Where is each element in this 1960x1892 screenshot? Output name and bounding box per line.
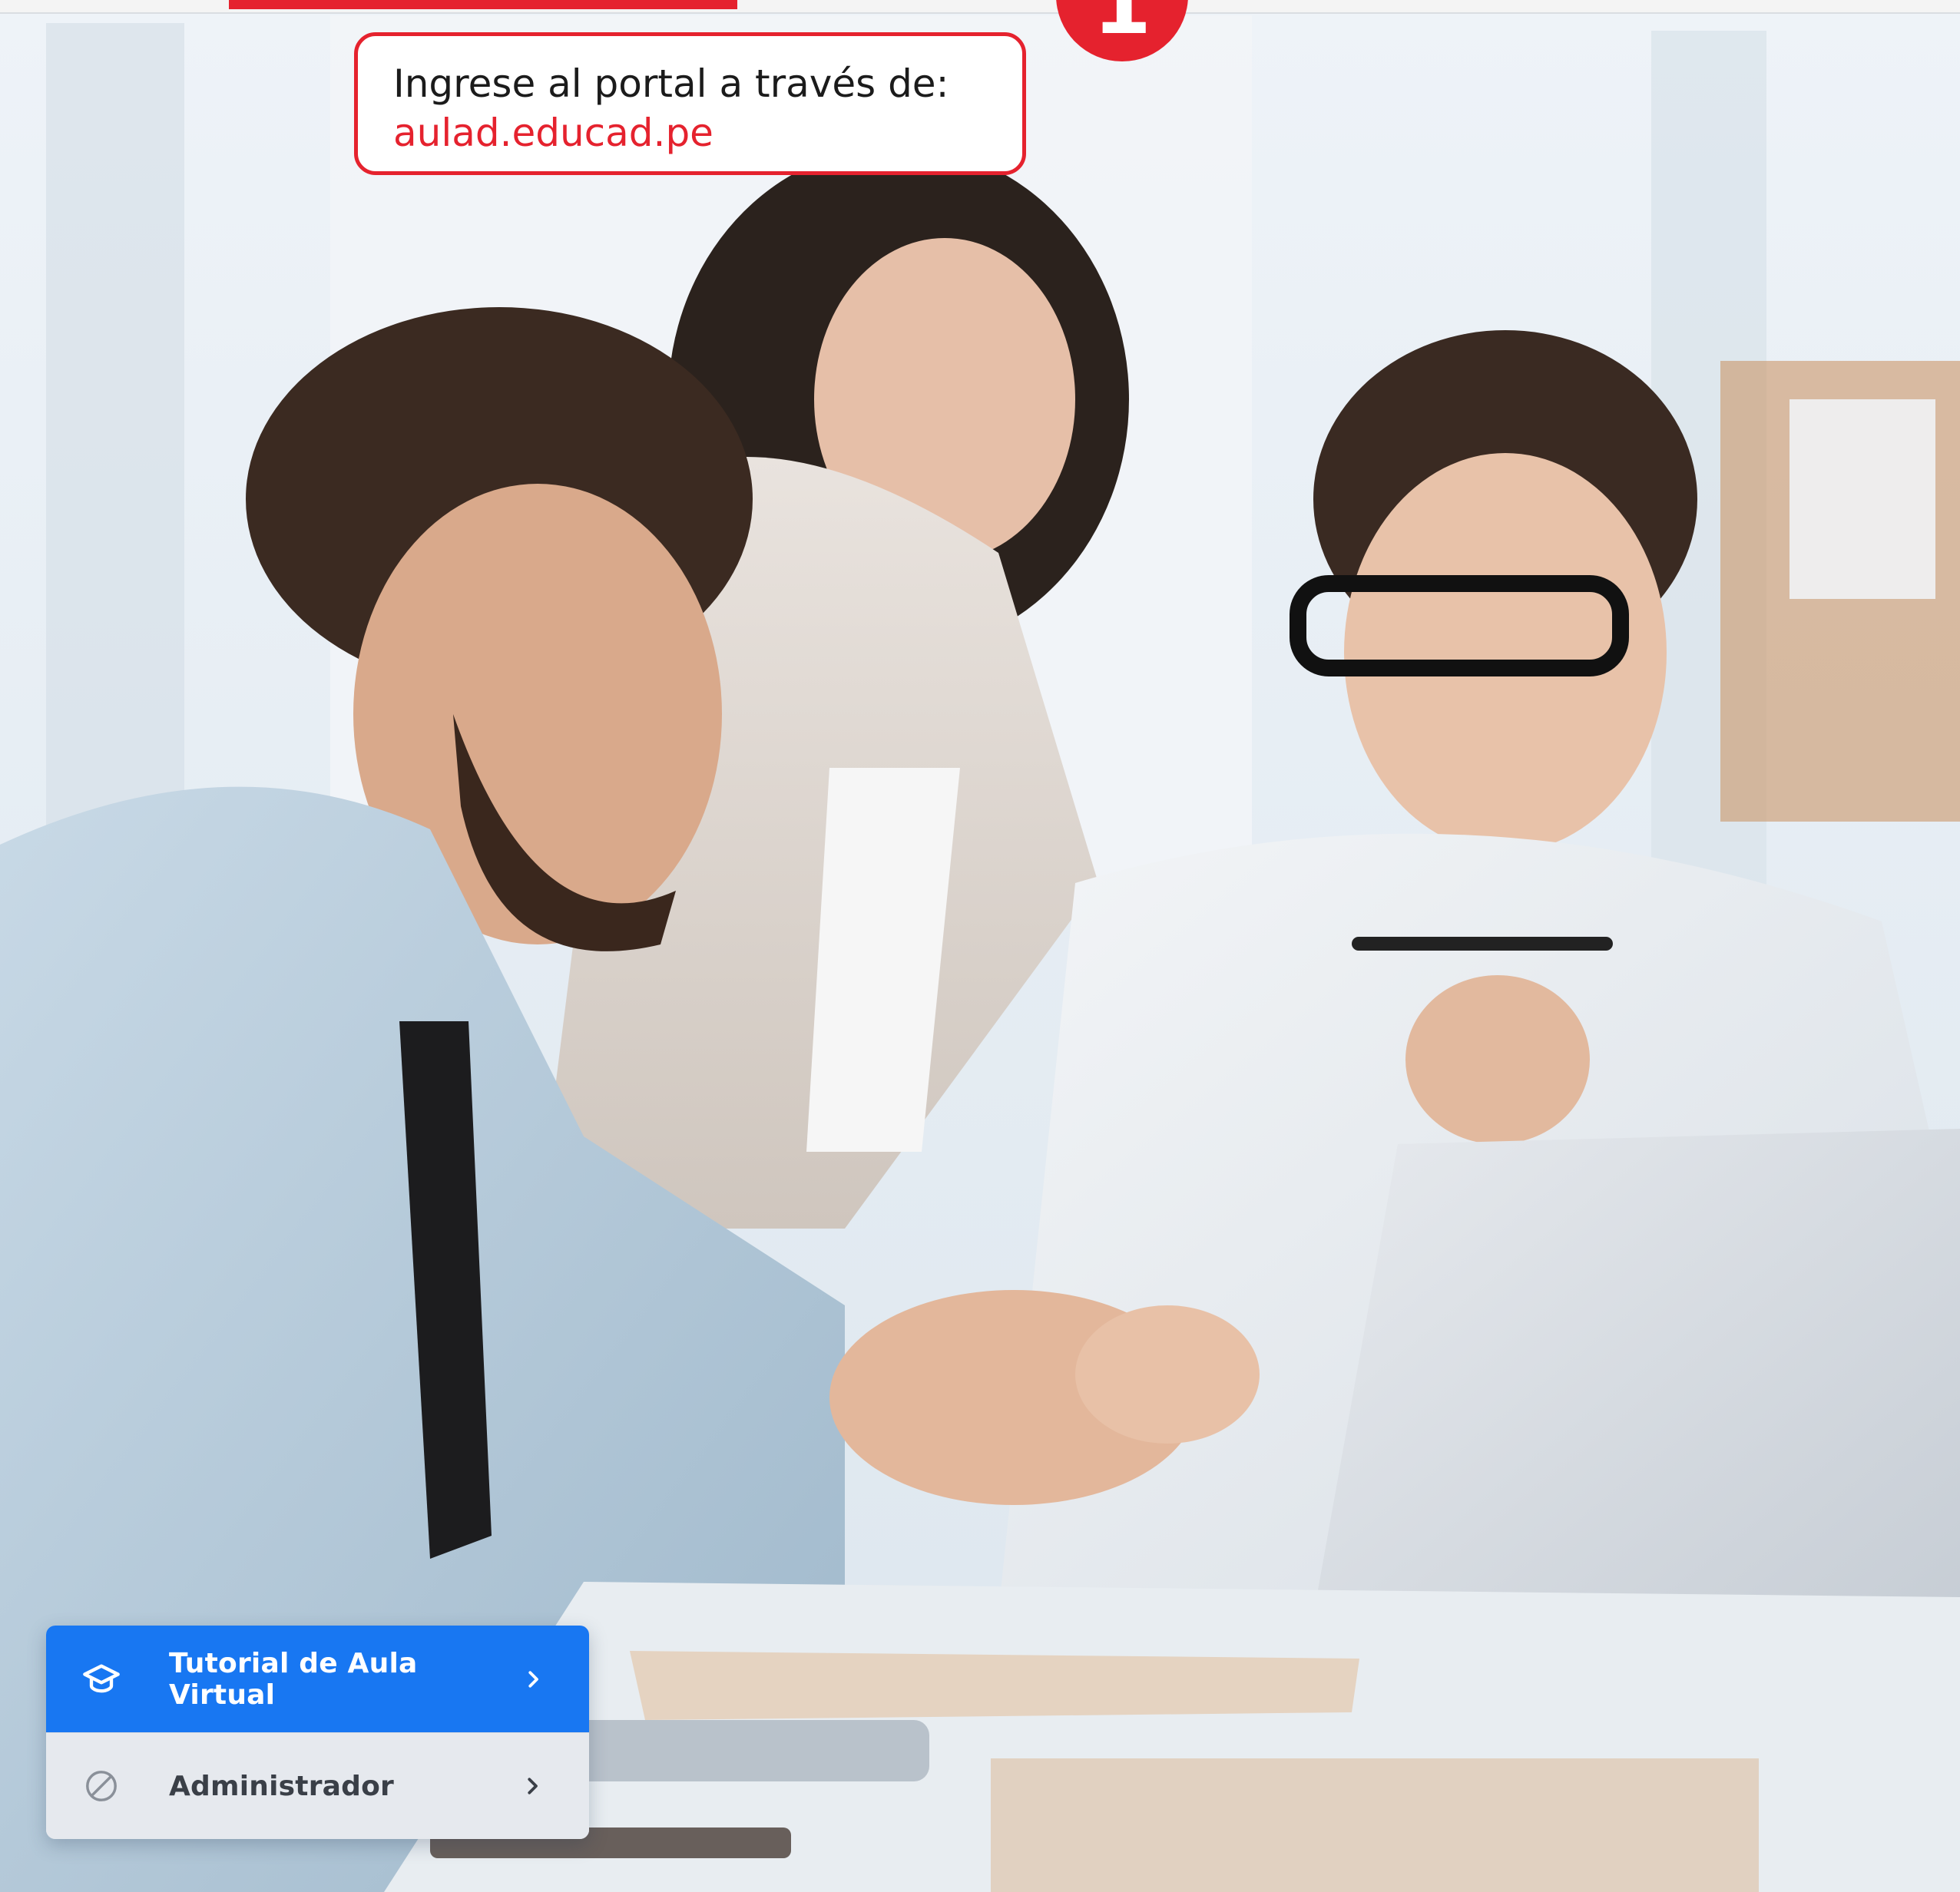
menu-item-label: Administrador (169, 1770, 394, 1802)
chevron-right-icon (515, 1769, 549, 1803)
portal-menu: Tutorial de Aula Virtual Administrador (46, 1626, 589, 1839)
menu-item-tutorial-aula-virtual[interactable]: Tutorial de Aula Virtual (46, 1626, 589, 1732)
page: 1 Ingrese al portal a través de: aulad.e… (0, 0, 1960, 1892)
background-photo (0, 0, 1960, 1892)
step-number: 1 (1092, 0, 1152, 53)
menu-item-label: Tutorial de Aula Virtual (169, 1647, 418, 1711)
menu-item-administrador[interactable]: Administrador (46, 1732, 589, 1839)
disabled-circle-icon (77, 1761, 126, 1811)
portal-url-link[interactable]: aulad.educad.pe (393, 108, 987, 157)
graduation-cap-icon (77, 1655, 126, 1704)
step-number-badge: 1 (1056, 0, 1188, 61)
callout-instruction-text: Ingrese al portal a través de: (393, 61, 949, 106)
chevron-right-icon (517, 1662, 549, 1696)
top-red-tab (229, 0, 737, 9)
office-team-photo (0, 0, 1960, 1892)
instruction-callout: Ingrese al portal a través de: aulad.edu… (354, 32, 1026, 175)
